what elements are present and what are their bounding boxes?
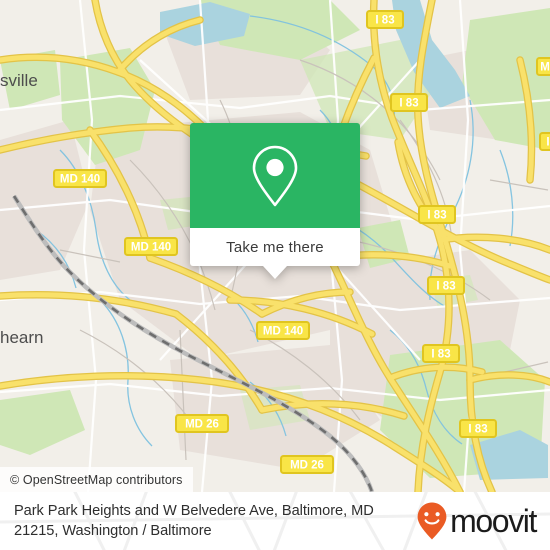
map-canvas[interactable]: sville hearn I 83 I 83 I 83 I 83 I 83 I 83 MD … [0,0,550,492]
footer-bar: Park Park Heights and W Belvedere Ave, B… [0,492,550,550]
road-shield: I 83 [422,344,460,363]
road-shield-label: I 83 [436,281,455,293]
road-shield-label: MD 140 [60,174,100,186]
moovit-map-screenshot: sville hearn I 83 I 83 I 83 I 83 I 83 I 83 MD … [0,0,550,550]
road-shield-label: MD 26 [290,460,324,472]
road-shield: I 83 [459,419,497,438]
take-me-there-button[interactable]: Take me there [190,228,360,266]
map-pin-icon [252,145,298,206]
road-shield: MD 140 [53,169,107,188]
road-shield: MD 26 [280,455,334,474]
road-shield: I [539,132,550,151]
popup-icon-area [190,123,360,228]
road-shield-label: I 83 [399,98,418,110]
road-shield: M [536,57,550,76]
attribution-text: © OpenStreetMap contributors [10,472,183,487]
road-shield: I 83 [366,10,404,29]
road-shield-label: MD 140 [263,326,303,338]
road-shield-label: I 83 [468,424,487,436]
road-shield-label: I 83 [431,349,450,361]
road-shield: I 83 [418,205,456,224]
road-shield: MD 140 [124,237,178,256]
road-shield: I 83 [390,93,428,112]
road-shield-label: I 83 [375,15,394,27]
moovit-logo[interactable]: moovit [416,501,537,541]
road-shield-label: I 83 [427,210,446,222]
road-shield: MD 140 [256,321,310,340]
location-title: Park Park Heights and W Belvedere Ave, B… [14,503,374,539]
osm-attribution: © OpenStreetMap contributors [0,467,193,492]
moovit-pin-smile-icon [417,502,447,540]
location-popup-card[interactable]: Take me there [190,123,360,279]
road-shield-label: MD 140 [131,242,171,254]
road-shield: I 83 [427,276,465,295]
footer-content: Park Park Heights and W Belvedere Ave, B… [0,492,550,550]
popup-tail-arrow [263,266,287,279]
road-shield-label: I [546,137,549,149]
road-shield-label: MD 26 [185,419,219,431]
road-shield-label: M [540,62,550,74]
svg-text:sville: sville [0,71,38,90]
take-me-there-label: Take me there [226,238,324,256]
road-shield: MD 26 [175,414,229,433]
moovit-wordmark: moovit [450,503,537,539]
svg-text:hearn: hearn [0,328,43,347]
